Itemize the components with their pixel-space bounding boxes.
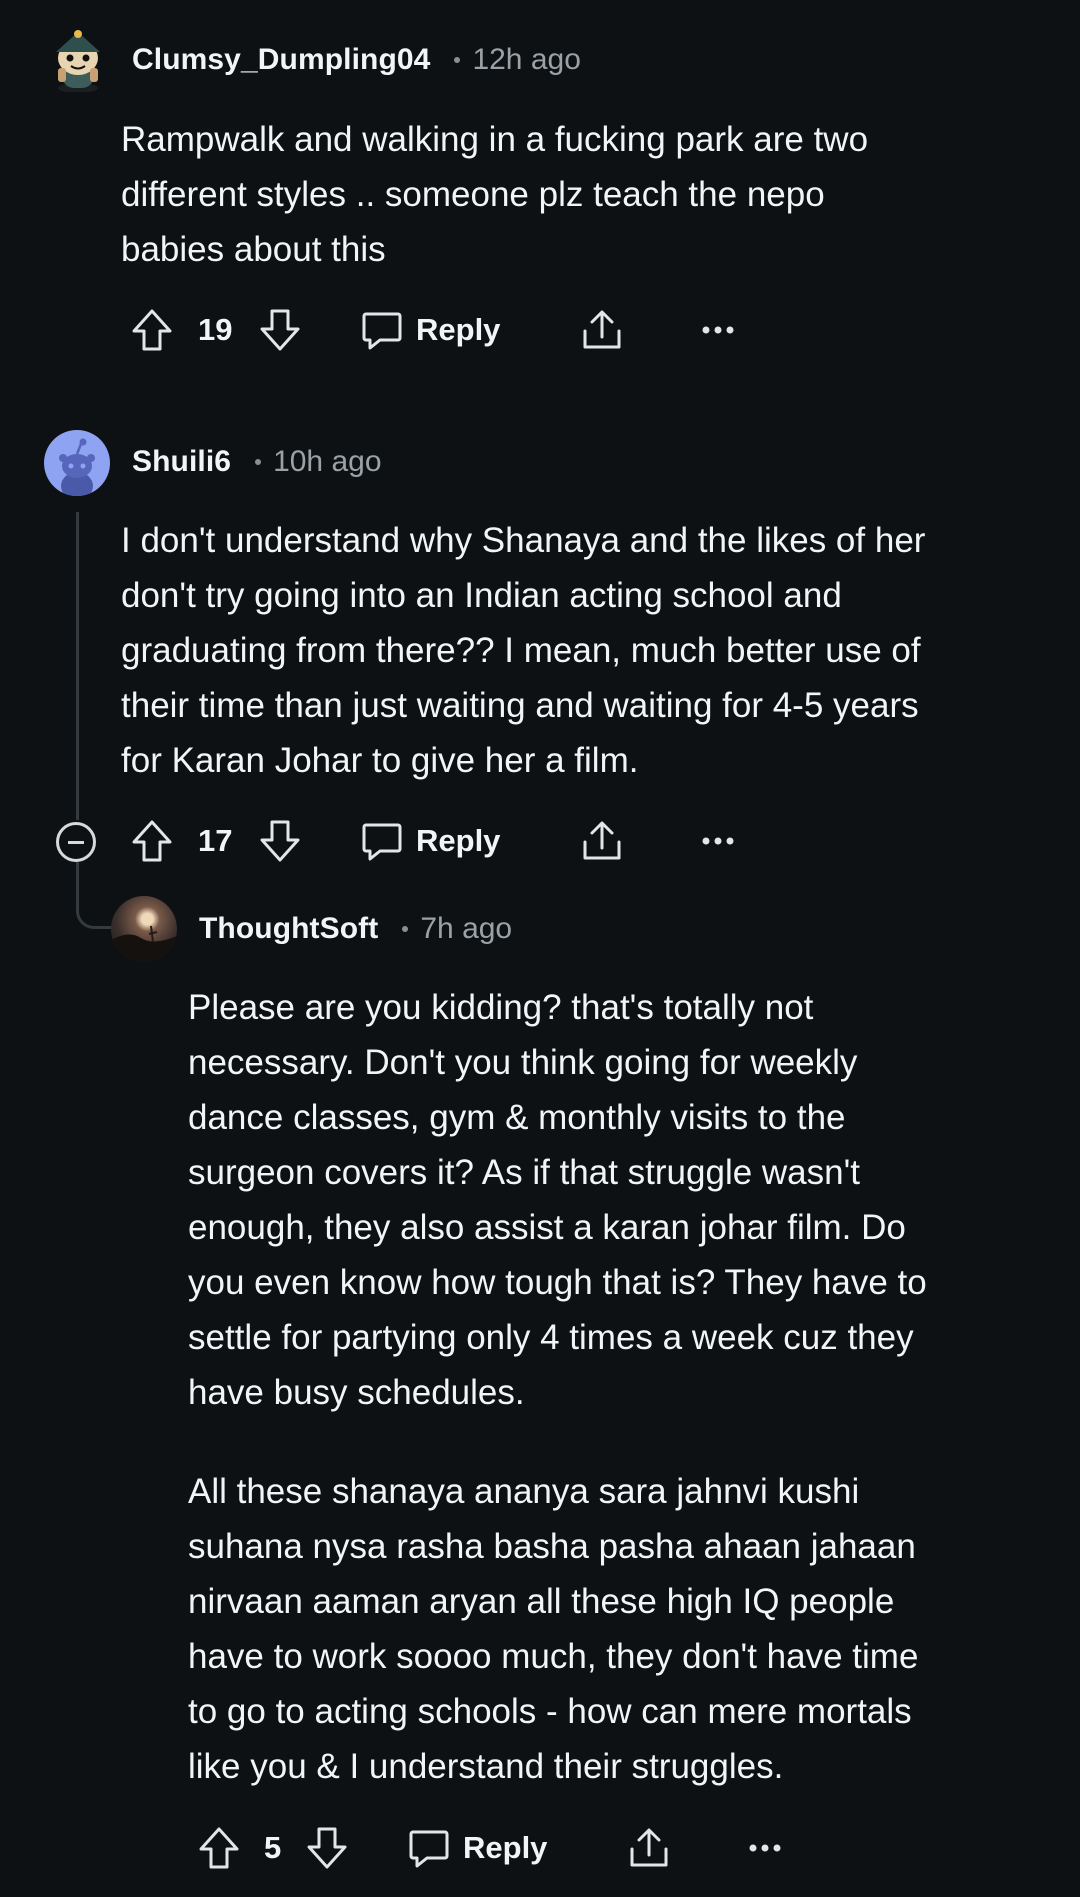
timestamp: 12h ago xyxy=(472,43,581,76)
downvote-icon xyxy=(260,309,300,351)
more-options-button[interactable] xyxy=(700,300,736,360)
upvote-icon xyxy=(132,309,172,351)
upvote-button[interactable] xyxy=(130,811,174,871)
more-options-icon xyxy=(702,326,734,334)
upvote-button[interactable] xyxy=(197,1818,241,1878)
downvote-icon xyxy=(260,820,300,862)
timestamp: 7h ago xyxy=(420,912,513,945)
collapse-thread-icon[interactable] xyxy=(56,822,96,862)
vote-count: 17 xyxy=(198,823,233,858)
comment-body-paragraph-2: All these shanaya ananya sara jahnvi kus… xyxy=(188,1472,919,1786)
upvote-icon xyxy=(199,1827,239,1869)
vote-count: 5 xyxy=(264,1830,282,1865)
reply-label: Reply xyxy=(416,312,501,347)
username[interactable]: Clumsy_Dumpling04 xyxy=(132,43,430,77)
share-button[interactable] xyxy=(627,1818,671,1878)
speech-bubble-icon xyxy=(409,1830,449,1868)
separator-dot xyxy=(454,57,461,63)
share-icon xyxy=(630,1828,668,1867)
snoo-default-avatar-icon xyxy=(59,438,95,496)
downvote-button[interactable] xyxy=(258,300,302,360)
more-options-icon xyxy=(749,1844,781,1852)
comment-actions: 5 Reply xyxy=(197,1818,897,1878)
reply-button[interactable]: Reply xyxy=(360,300,500,360)
user-avatar[interactable] xyxy=(111,896,177,962)
more-options-icon xyxy=(702,837,734,845)
downvote-button[interactable] xyxy=(305,1818,349,1878)
downvote-icon xyxy=(307,1827,347,1869)
comment-body: Rampwalk and walking in a fucking park a… xyxy=(121,120,869,269)
separator-dot xyxy=(255,459,262,465)
username[interactable]: ThoughtSoft xyxy=(199,912,378,946)
user-avatar[interactable] xyxy=(44,430,110,496)
username[interactable]: Shuili6 xyxy=(132,445,231,479)
comment-body: I don't understand why Shanaya and the l… xyxy=(121,521,926,780)
share-icon xyxy=(583,821,621,860)
share-button[interactable] xyxy=(580,300,624,360)
speech-bubble-icon xyxy=(362,823,402,861)
vote-count: 19 xyxy=(198,312,233,347)
comment-actions: 19 Reply xyxy=(130,300,830,360)
reply-button[interactable]: Reply xyxy=(407,1818,547,1878)
comment-meta: Shuili6 10h ago xyxy=(132,440,382,484)
reply-button[interactable]: Reply xyxy=(360,811,500,871)
user-avatar[interactable] xyxy=(48,28,108,92)
thread-line-shuili xyxy=(76,512,79,820)
more-options-button[interactable] xyxy=(700,811,736,871)
profile-photo-icon xyxy=(111,925,177,962)
upvote-button[interactable] xyxy=(130,300,174,360)
comment-actions: 17 Reply xyxy=(130,811,830,871)
speech-bubble-icon xyxy=(362,312,402,350)
timestamp: 10h ago xyxy=(273,445,382,478)
comment-body: Please are you kidding? that's totally n… xyxy=(188,988,927,1412)
snoo-avatar-icon xyxy=(56,30,100,92)
more-options-button[interactable] xyxy=(747,1818,783,1878)
comment-meta: Clumsy_Dumpling04 12h ago xyxy=(132,38,581,82)
downvote-button[interactable] xyxy=(258,811,302,871)
upvote-icon xyxy=(132,820,172,862)
reply-label: Reply xyxy=(463,1830,548,1865)
share-button[interactable] xyxy=(580,811,624,871)
comment-meta: ThoughtSoft 7h ago xyxy=(199,907,512,951)
thread-elbow-thoughtsoft xyxy=(76,862,113,929)
separator-dot xyxy=(402,926,409,932)
share-icon xyxy=(583,310,621,349)
reply-label: Reply xyxy=(416,823,501,858)
